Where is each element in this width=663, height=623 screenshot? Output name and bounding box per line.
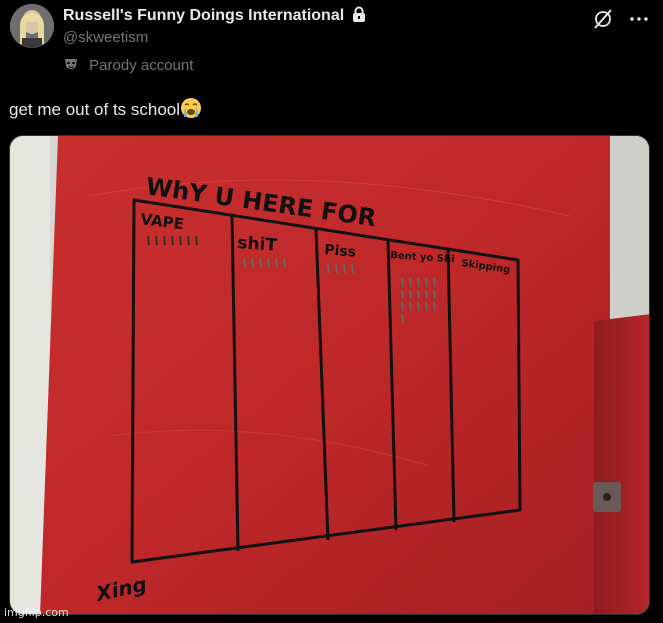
- tally-mark: [147, 235, 150, 246]
- post-text-content: get me out of ts school: [9, 100, 181, 119]
- avatar[interactable]: [10, 4, 54, 48]
- tally-mark: [433, 301, 436, 312]
- tally-mark: [401, 277, 404, 288]
- author-name-text[interactable]: Russell's Funny Doings International: [63, 7, 344, 24]
- post-photo[interactable]: WhY U HERE FOR VAPE shiT Piss Bent yo Sh…: [9, 135, 650, 615]
- tally-mark: [163, 235, 166, 246]
- tally-mark: [433, 277, 436, 288]
- author-handle[interactable]: @skweetism: [63, 29, 148, 46]
- tally-mark: [243, 257, 246, 268]
- tally-mark: [409, 277, 412, 288]
- author-display-name[interactable]: Russell's Funny Doings International: [63, 6, 366, 27]
- post-text: get me out of ts school: [9, 97, 202, 124]
- tally-mark: [327, 263, 330, 274]
- tally-mark: [171, 235, 174, 246]
- parody-label-text: Parody account: [89, 57, 194, 74]
- loudly-crying-face-icon: [180, 97, 202, 124]
- tally-mark: [433, 289, 436, 300]
- tally-mark: [351, 263, 354, 274]
- more-icon[interactable]: [628, 8, 650, 30]
- watermark: imgflip.com: [4, 606, 69, 619]
- parody-mask-icon: [63, 56, 79, 76]
- tally-mark: [335, 263, 338, 274]
- column-label-piss: Piss: [324, 242, 357, 261]
- tally-mark: [275, 257, 278, 268]
- tally-mark: [267, 257, 270, 268]
- tally-mark: [409, 289, 412, 300]
- tally-mark: [417, 301, 420, 312]
- tally-mark: [343, 263, 346, 274]
- tally-mark: [401, 313, 404, 324]
- tally-mark: [283, 257, 286, 268]
- tally-mark: [409, 301, 412, 312]
- tally-mark: [417, 289, 420, 300]
- post-header: Russell's Funny Doings International @sk…: [0, 0, 663, 90]
- tally-mark: [425, 277, 428, 288]
- tally-mark: [425, 289, 428, 300]
- column-label-shit: shiT: [237, 233, 278, 256]
- tally-mark: [259, 257, 262, 268]
- tally-mark: [251, 257, 254, 268]
- parody-label: Parody account: [63, 56, 193, 76]
- tally-mark: [187, 235, 190, 246]
- tally-mark: [417, 277, 420, 288]
- tally-mark: [425, 301, 428, 312]
- tally-mark: [155, 235, 158, 246]
- tally-mark: [401, 289, 404, 300]
- tally-mark: [179, 235, 182, 246]
- tally-mark: [195, 235, 198, 246]
- grok-icon[interactable]: [592, 8, 614, 30]
- lock-icon: [352, 6, 366, 27]
- tally-mark: [401, 301, 404, 312]
